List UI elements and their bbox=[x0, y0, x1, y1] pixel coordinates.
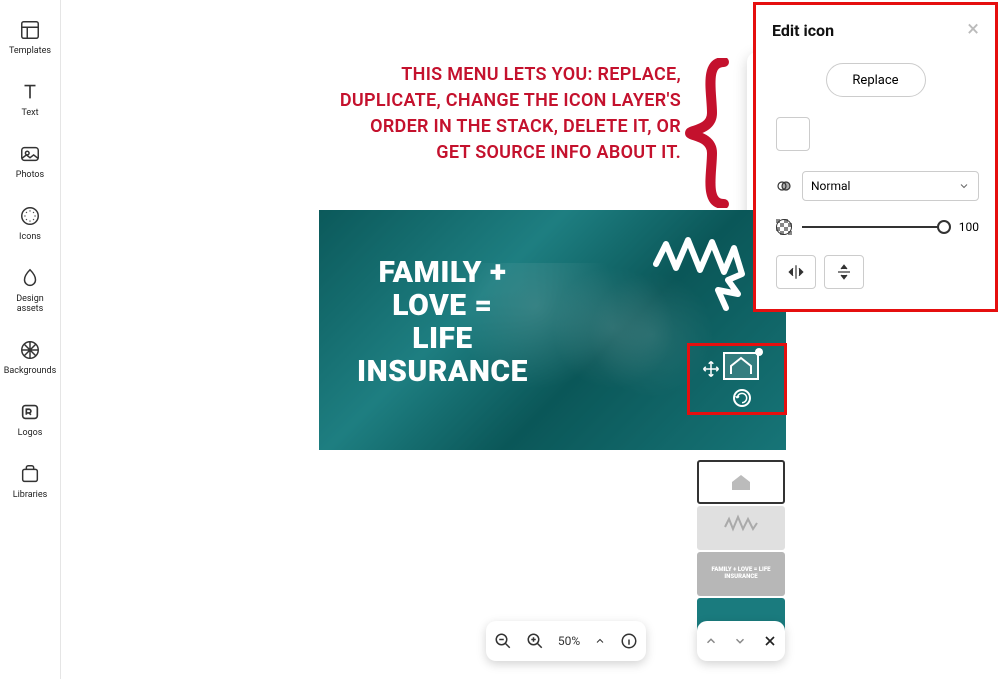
view-info-button[interactable] bbox=[620, 632, 638, 650]
move-handle[interactable] bbox=[701, 359, 721, 379]
brace-icon bbox=[684, 58, 730, 208]
sidebar-item-templates[interactable]: Templates bbox=[2, 18, 58, 56]
blend-mode-icon bbox=[776, 178, 792, 194]
zoom-controls: 50% bbox=[486, 621, 646, 661]
page-down-button[interactable] bbox=[733, 634, 747, 648]
design-headline: FAMILY +LOVE =LIFEINSURANCE bbox=[357, 256, 528, 388]
sidebar-item-logos[interactable]: Logos bbox=[2, 400, 58, 438]
selected-icon-bounds[interactable] bbox=[723, 352, 759, 380]
rotate-handle[interactable] bbox=[733, 389, 751, 407]
layer-thumb-selected[interactable] bbox=[697, 460, 785, 504]
close-nav-button[interactable] bbox=[762, 633, 778, 649]
sidebar-label: Text bbox=[21, 108, 38, 118]
flip-horizontal-button[interactable] bbox=[776, 255, 816, 289]
sidebar-label: Photos bbox=[16, 170, 44, 180]
sidebar-item-libraries[interactable]: Libraries bbox=[2, 462, 58, 500]
annotation-text: THIS MENU LETS YOU: REPLACE, DUPLICATE, … bbox=[331, 62, 681, 166]
text-icon bbox=[18, 80, 42, 104]
sidebar-label: Templates bbox=[9, 46, 51, 56]
sidebar-label: Logos bbox=[18, 428, 43, 438]
flip-vertical-button[interactable] bbox=[824, 255, 864, 289]
photos-icon bbox=[18, 142, 42, 166]
opacity-icon bbox=[776, 219, 792, 235]
zoom-menu-button[interactable] bbox=[594, 635, 606, 647]
canvas-area: THIS MENU LETS YOU: REPLACE, DUPLICATE, … bbox=[61, 0, 751, 679]
sidebar-item-design-assets[interactable]: Design assets bbox=[2, 266, 58, 314]
sidebar-item-backgrounds[interactable]: Backgrounds bbox=[2, 338, 58, 376]
zoom-in-button[interactable] bbox=[526, 632, 544, 650]
blend-mode-select[interactable]: Normal bbox=[802, 171, 979, 201]
zoom-value: 50% bbox=[558, 634, 580, 648]
slider-thumb[interactable] bbox=[937, 220, 951, 234]
zigzag-shape bbox=[648, 234, 748, 314]
page-nav-controls bbox=[697, 621, 785, 661]
close-panel-button[interactable]: × bbox=[967, 19, 979, 41]
sidebar-label: Libraries bbox=[13, 490, 48, 500]
opacity-value: 100 bbox=[955, 220, 979, 234]
layer-thumb-text-label: FAMILY + LOVE = LIFE INSURANCE bbox=[697, 567, 785, 580]
panel-title: Edit icon bbox=[772, 21, 834, 40]
icons-icon bbox=[18, 204, 42, 228]
page-up-button[interactable] bbox=[704, 634, 718, 648]
zoom-out-button[interactable] bbox=[494, 632, 512, 650]
backgrounds-icon bbox=[18, 338, 42, 362]
layers-panel: FAMILY + LOVE = LIFE INSURANCE bbox=[697, 460, 785, 642]
replace-button-label: Replace bbox=[852, 73, 898, 88]
logos-icon bbox=[18, 400, 42, 424]
sidebar-item-icons[interactable]: Icons bbox=[2, 204, 58, 242]
replace-button[interactable]: Replace bbox=[826, 63, 926, 97]
sidebar-item-text[interactable]: Text bbox=[2, 80, 58, 118]
layer-thumb-shape[interactable] bbox=[697, 506, 785, 550]
design-assets-icon bbox=[18, 266, 42, 290]
libraries-icon bbox=[18, 462, 42, 486]
color-swatch[interactable] bbox=[776, 117, 810, 151]
resize-handle[interactable] bbox=[755, 348, 763, 356]
chevron-down-icon bbox=[958, 180, 970, 192]
sidebar-label: Icons bbox=[19, 232, 41, 242]
layer-thumb-text[interactable]: FAMILY + LOVE = LIFE INSURANCE bbox=[697, 552, 785, 596]
blend-mode-value: Normal bbox=[811, 179, 850, 193]
templates-icon bbox=[18, 18, 42, 42]
sidebar-item-photos[interactable]: Photos bbox=[2, 142, 58, 180]
edit-icon-panel: Edit icon × Replace Normal 100 bbox=[753, 2, 998, 312]
sidebar-label: Backgrounds bbox=[4, 366, 57, 376]
sidebar-label: Design assets bbox=[2, 294, 58, 314]
opacity-slider[interactable] bbox=[802, 226, 945, 228]
